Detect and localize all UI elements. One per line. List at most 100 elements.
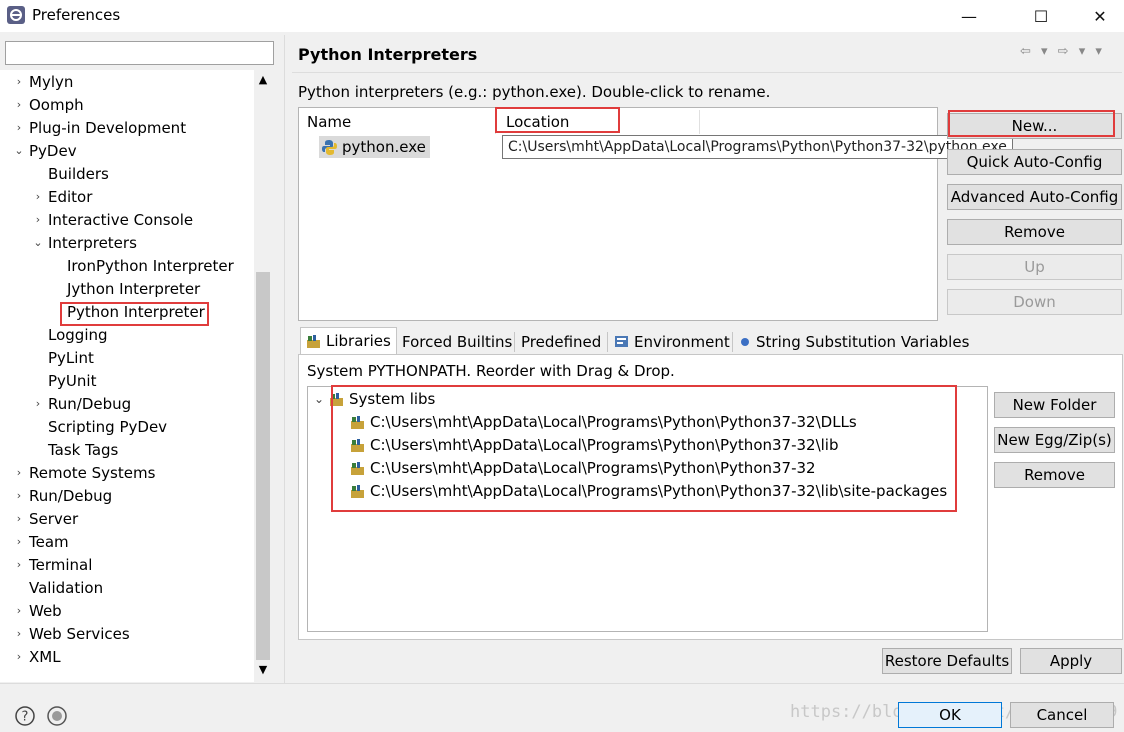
chevron-right-icon[interactable]: › [13, 117, 25, 139]
scroll-down-icon[interactable]: ▼ [256, 663, 270, 677]
filter-input[interactable] [5, 41, 274, 65]
title-separator [292, 72, 1122, 73]
restore-defaults-button[interactable]: Restore Defaults [882, 648, 1012, 674]
tree-item[interactable]: › Run/Debug [17, 485, 113, 507]
tree-item[interactable]: Logging [48, 324, 108, 346]
history-nav-arrows-icon[interactable]: ⇦ ▾ ⇨ ▾ ▾ [1020, 44, 1105, 59]
tree-item[interactable]: › Oomph [17, 94, 84, 116]
tree-item[interactable]: › Mylyn [17, 71, 74, 93]
chevron-right-icon[interactable]: › [13, 94, 25, 116]
tree-item[interactable]: Task Tags [48, 439, 118, 461]
tree-item-label: Run/Debug [29, 487, 113, 505]
tree-item[interactable]: › Interactive Console [36, 209, 193, 231]
library-jar-icon [307, 334, 320, 348]
tab-libraries[interactable]: Libraries [300, 327, 397, 354]
tree-scroll-thumb[interactable] [256, 272, 270, 660]
tree-item[interactable]: › Terminal [17, 554, 93, 576]
tree-item[interactable]: › Plug-in Development [17, 117, 187, 139]
tree-item[interactable]: Scripting PyDev [48, 416, 167, 438]
move-up-button[interactable]: Up [947, 254, 1122, 280]
chevron-right-icon[interactable]: › [13, 485, 25, 507]
oomph-record-icon[interactable] [46, 705, 68, 727]
close-window-button[interactable]: ✕ [1077, 0, 1123, 32]
minimize-icon: — [961, 6, 977, 26]
tree-item-label: Team [29, 533, 69, 551]
libraries-description: System PYTHONPATH. Reorder with Drag & D… [307, 362, 675, 380]
tree-item-label: Web [29, 602, 62, 620]
tab-predefined[interactable]: Predefined [516, 329, 606, 354]
tree-item[interactable]: › Remote Systems [17, 462, 156, 484]
tree-item[interactable]: Validation [29, 577, 103, 599]
chevron-right-icon[interactable]: › [13, 71, 25, 93]
move-down-button[interactable]: Down [947, 289, 1122, 315]
tab-environment[interactable]: Environment [609, 329, 735, 354]
tree-item-label: Oomph [29, 96, 84, 114]
maximize-button[interactable]: ☐ [1018, 0, 1064, 32]
tab-label: String Substitution Variables [756, 332, 970, 351]
tree-item[interactable]: › Web Services [17, 623, 130, 645]
tree-item[interactable]: › XML [17, 646, 61, 668]
chevron-right-icon[interactable]: › [13, 600, 25, 622]
chevron-right-icon[interactable]: › [13, 462, 25, 484]
cancel-button[interactable]: Cancel [1010, 702, 1114, 728]
column-header-name[interactable]: Name [307, 113, 351, 131]
tree-item-label: PyUnit [48, 372, 97, 390]
tree-item[interactable]: ⌄ PyDev [14, 140, 77, 162]
tree-item-label: Scripting PyDev [48, 418, 168, 436]
chevron-right-icon[interactable]: › [32, 209, 44, 231]
tree-item[interactable]: Jython Interpreter [67, 278, 200, 300]
ok-button[interactable]: OK [898, 702, 1002, 728]
tab-label: Environment [634, 332, 730, 351]
tree-item-label: XML [29, 648, 61, 666]
tree-item[interactable]: › Team [17, 531, 69, 553]
python-icon [322, 139, 337, 155]
chevron-right-icon[interactable]: › [32, 393, 44, 415]
help-icon[interactable]: ? [14, 705, 36, 727]
highlight-system-libs [331, 385, 957, 512]
tree-item[interactable]: Builders [48, 163, 109, 185]
chevron-down-icon[interactable]: ⌄ [13, 140, 25, 162]
tab-string-substitution[interactable]: String Substitution Variables [734, 329, 974, 354]
tab-forced-builtins[interactable]: Forced Builtins [397, 329, 517, 354]
chevron-right-icon[interactable]: › [13, 554, 25, 576]
chevron-down-icon[interactable]: ⌄ [314, 388, 324, 410]
tree-item-label: Plug-in Development [29, 119, 187, 137]
tree-item[interactable]: › Editor [36, 186, 93, 208]
advanced-auto-config-button[interactable]: Advanced Auto-Config [947, 184, 1122, 210]
tree-item[interactable]: › Web [17, 600, 62, 622]
tree-item[interactable]: PyUnit [48, 370, 96, 392]
table-row[interactable]: python.exe [319, 136, 430, 158]
tree-item[interactable]: ⌄ Interpreters [33, 232, 137, 254]
tree-item[interactable]: IronPython Interpreter [67, 255, 234, 277]
tree-item[interactable]: › Run/Debug [36, 393, 132, 415]
tree-item-label: Interpreters [48, 234, 137, 252]
chevron-right-icon[interactable]: › [13, 531, 25, 553]
tree-item-label: Jython Interpreter [67, 280, 201, 298]
tree-item-label: IronPython Interpreter [67, 257, 234, 275]
tree-item-label: Logging [48, 326, 108, 344]
tab-separator [514, 332, 515, 352]
chevron-down-icon[interactable]: ⌄ [32, 232, 44, 254]
apply-button[interactable]: Apply [1020, 648, 1122, 674]
tree-item[interactable]: › Server [17, 508, 78, 530]
tree-item-label: Web Services [29, 625, 130, 643]
scroll-up-icon[interactable]: ▲ [256, 73, 270, 87]
sash-divider[interactable] [284, 35, 285, 683]
new-egg-zip-button[interactable]: New Egg/Zip(s) [994, 427, 1115, 453]
chevron-right-icon[interactable]: › [13, 623, 25, 645]
remove-library-button[interactable]: Remove [994, 462, 1115, 488]
remove-interpreter-button[interactable]: Remove [947, 219, 1122, 245]
minimize-button[interactable]: — [946, 0, 992, 32]
interpreters-description: Python interpreters (e.g.: python.exe). … [298, 83, 771, 101]
interpreter-name: python.exe [342, 138, 426, 156]
tree-item-label: Run/Debug [48, 395, 132, 413]
tree-item-label: Task Tags [48, 441, 119, 459]
chevron-right-icon[interactable]: › [13, 646, 25, 668]
quick-auto-config-button[interactable]: Quick Auto-Config [947, 149, 1122, 175]
chevron-right-icon[interactable]: › [13, 508, 25, 530]
chevron-right-icon[interactable]: › [32, 186, 44, 208]
tree-item-label: PyDev [29, 142, 77, 160]
maximize-icon: ☐ [1033, 6, 1049, 26]
tree-item[interactable]: PyLint [48, 347, 94, 369]
new-folder-button[interactable]: New Folder [994, 392, 1115, 418]
